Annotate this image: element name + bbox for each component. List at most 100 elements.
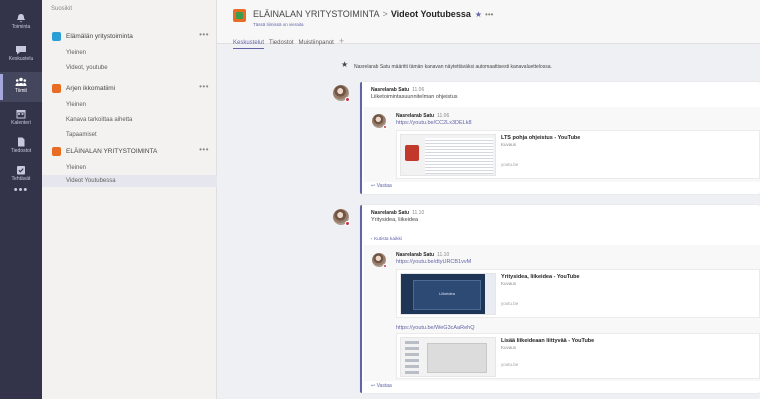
post-text: Yritysidea, liikeidea xyxy=(371,217,419,223)
chat-icon xyxy=(15,45,27,55)
rail-calendar[interactable]: Kalenteri xyxy=(0,104,42,134)
reply-button[interactable]: ↩ Vastaa xyxy=(371,183,392,189)
rail-teams[interactable]: Tiimit xyxy=(0,72,42,102)
team-avatar-icon xyxy=(52,84,61,93)
video-thumbnail xyxy=(400,134,496,176)
channel-name: Videot, youtube xyxy=(66,64,108,71)
preview-description: Kuvaus xyxy=(501,142,517,147)
channel-title-name: Videot Youtubessa xyxy=(390,9,471,19)
presence-icon xyxy=(383,264,387,268)
channel-header: ELÄINALAN YRITYSTOIMINTA > Videot Youtubes… xyxy=(217,0,760,49)
reply-thread: Nasrelarab Satu 11.06 https://youtu.be/CC… xyxy=(364,107,760,182)
team-item-2[interactable]: Arjen ikkomatiimi ••• xyxy=(42,82,217,96)
preview-title: Yritysidea, liikeidea - YouTube xyxy=(501,274,580,280)
channel-view: ELÄINALAN YRITYSTOIMINTA > Videot Youtubes… xyxy=(217,0,760,399)
presence-icon xyxy=(345,97,350,102)
avatar[interactable] xyxy=(333,85,350,102)
preview-domain: youtu.be xyxy=(501,301,519,306)
tab-notes[interactable]: Muistiinpanot xyxy=(299,40,334,48)
thumbnail-figure xyxy=(405,145,419,161)
teams-icon xyxy=(15,77,27,87)
team-avatar-icon xyxy=(52,32,61,41)
video-thumbnail xyxy=(400,337,496,377)
channel-name: Yleinen xyxy=(66,49,87,56)
more-options-icon[interactable]: ••• xyxy=(199,30,209,39)
thumbnail-sidebar xyxy=(485,274,495,314)
more-options-icon[interactable]: ••• xyxy=(485,10,493,19)
tab-conversations[interactable]: Keskustelut xyxy=(233,40,265,49)
more-apps-icon[interactable]: ••• xyxy=(0,184,42,196)
team-item-3[interactable]: ELÄINALAN YRITYSTOIMINTA ••• xyxy=(42,145,217,159)
channel-item[interactable]: Yleinen xyxy=(42,99,217,111)
thumbnail-caption: Liikeidea xyxy=(439,291,455,296)
channel-item[interactable]: Tapaamiset xyxy=(42,129,217,141)
link-preview-card[interactable]: Lisää liikeideaan liittyvää - YouTube Ku… xyxy=(396,333,760,379)
reply-author: Nasrelarab Satu 11.06 xyxy=(396,113,450,119)
message-card: Nasrelarab Satu 11.10 Yritysidea, liikeid… xyxy=(360,205,760,393)
more-options-icon[interactable]: ••• xyxy=(199,82,209,91)
star-icon: ★ xyxy=(341,60,349,69)
preview-title: Lisää liikeideaan liittyvää - YouTube xyxy=(501,338,595,344)
team-avatar-icon xyxy=(52,147,61,156)
link-preview-card[interactable]: Liikeidea Yritysidea, liikeidea - YouTub… xyxy=(396,269,760,318)
preview-domain: youtu.be xyxy=(501,162,519,167)
channel-item[interactable]: Yleinen xyxy=(42,47,217,59)
channel-item[interactable]: Yleinen xyxy=(42,162,217,174)
team-avatar-icon xyxy=(233,9,246,22)
reply-thread: Nasrelarab Satu 11.10 https://youtu.be/dt… xyxy=(364,245,760,381)
youtube-link[interactable]: https://youtu.be/CC2Lx3DELk8 xyxy=(396,120,472,126)
channel-item[interactable]: Videot, youtube xyxy=(42,62,217,74)
post-text: Liiketoimintasuunnitelman ohjeistus xyxy=(371,94,458,100)
bell-icon xyxy=(15,13,27,23)
channel-tabs: Keskustelut Tiedostot Muistiinpanot + xyxy=(233,31,344,49)
link-preview-card[interactable]: LTS pohja ohjeistus - YouTube Kuvaus you… xyxy=(396,130,760,179)
app-rail: Toiminta Keskustelu Tiimit Kalenteri Tie… xyxy=(0,0,42,399)
channel-name: Yleinen xyxy=(66,164,87,171)
channel-name: Tapaamiset xyxy=(66,131,97,138)
thumbnail-image xyxy=(427,343,487,373)
team-name: Arjen ikkomatiimi xyxy=(66,85,116,92)
avatar[interactable] xyxy=(372,253,387,268)
team-name: Elämälän yritystoiminta xyxy=(66,33,133,40)
preview-description: Kuvaus xyxy=(501,281,517,286)
channel-name: Videot Youtubessa xyxy=(66,177,116,184)
youtube-link[interactable]: https://youtu.be/dtyURCB1vvM xyxy=(396,259,471,265)
guest-notice[interactable]: Tässä tiimissä on vieraita xyxy=(253,22,304,27)
team-title: ELÄINALAN YRITYSTOIMINTA xyxy=(253,9,380,19)
files-icon xyxy=(15,137,27,147)
reply-author: Nasrelarab Satu 11.10 xyxy=(396,252,450,258)
channel-name: Yleinen xyxy=(66,101,87,108)
preview-title: LTS pohja ohjeistus - YouTube xyxy=(501,135,581,141)
channel-item[interactable]: Kanava tarkoittaa aihetta xyxy=(42,114,217,126)
rail-files[interactable]: Tiedostot xyxy=(0,132,42,162)
collapse-all-button[interactable]: ‹ Kutista kaikki xyxy=(371,237,402,242)
avatar[interactable] xyxy=(333,209,350,226)
more-options-icon[interactable]: ••• xyxy=(199,145,209,154)
channel-name: Kanava tarkoittaa aihetta xyxy=(66,116,133,123)
breadcrumb-separator: > xyxy=(382,9,388,19)
preview-domain: youtu.be xyxy=(501,362,519,367)
team-item-1[interactable]: Elämälän yritystoiminta ••• xyxy=(42,30,217,44)
calendar-icon xyxy=(15,109,27,119)
thumbnail-list xyxy=(405,341,419,374)
tasks-icon xyxy=(15,165,27,175)
post-author: Nasrelarab Satu 11.06 xyxy=(371,87,425,93)
rail-activity[interactable]: Toiminta xyxy=(0,8,42,38)
youtube-link[interactable]: https://youtu.be/WeG3cAaRehQ xyxy=(396,325,474,331)
channel-item-active[interactable]: Videot Youtubessa xyxy=(42,175,217,187)
thumbnail-document xyxy=(425,138,493,174)
add-tab-icon[interactable]: + xyxy=(339,37,344,46)
team-channel-list: Suosikit Elämälän yritystoiminta ••• Yle… xyxy=(42,0,217,399)
system-message: Nasrelarab Satu määritti tämän kanavan n… xyxy=(354,64,552,70)
rail-chat[interactable]: Keskustelu xyxy=(0,40,42,70)
tab-files[interactable]: Tiedostot xyxy=(269,40,293,48)
message-card: Nasrelarab Satu 11.06 Liiketoimintasuunni… xyxy=(360,82,760,194)
favorites-header: Suosikit xyxy=(51,6,73,12)
presence-icon xyxy=(345,221,350,226)
avatar[interactable] xyxy=(372,114,387,129)
star-icon[interactable]: ★ xyxy=(475,10,482,19)
preview-description: Kuvaus xyxy=(501,345,517,350)
post-author: Nasrelarab Satu 11.10 xyxy=(371,210,425,216)
reply-button[interactable]: ↩ Vastaa xyxy=(371,383,392,389)
video-thumbnail: Liikeidea xyxy=(400,273,496,315)
